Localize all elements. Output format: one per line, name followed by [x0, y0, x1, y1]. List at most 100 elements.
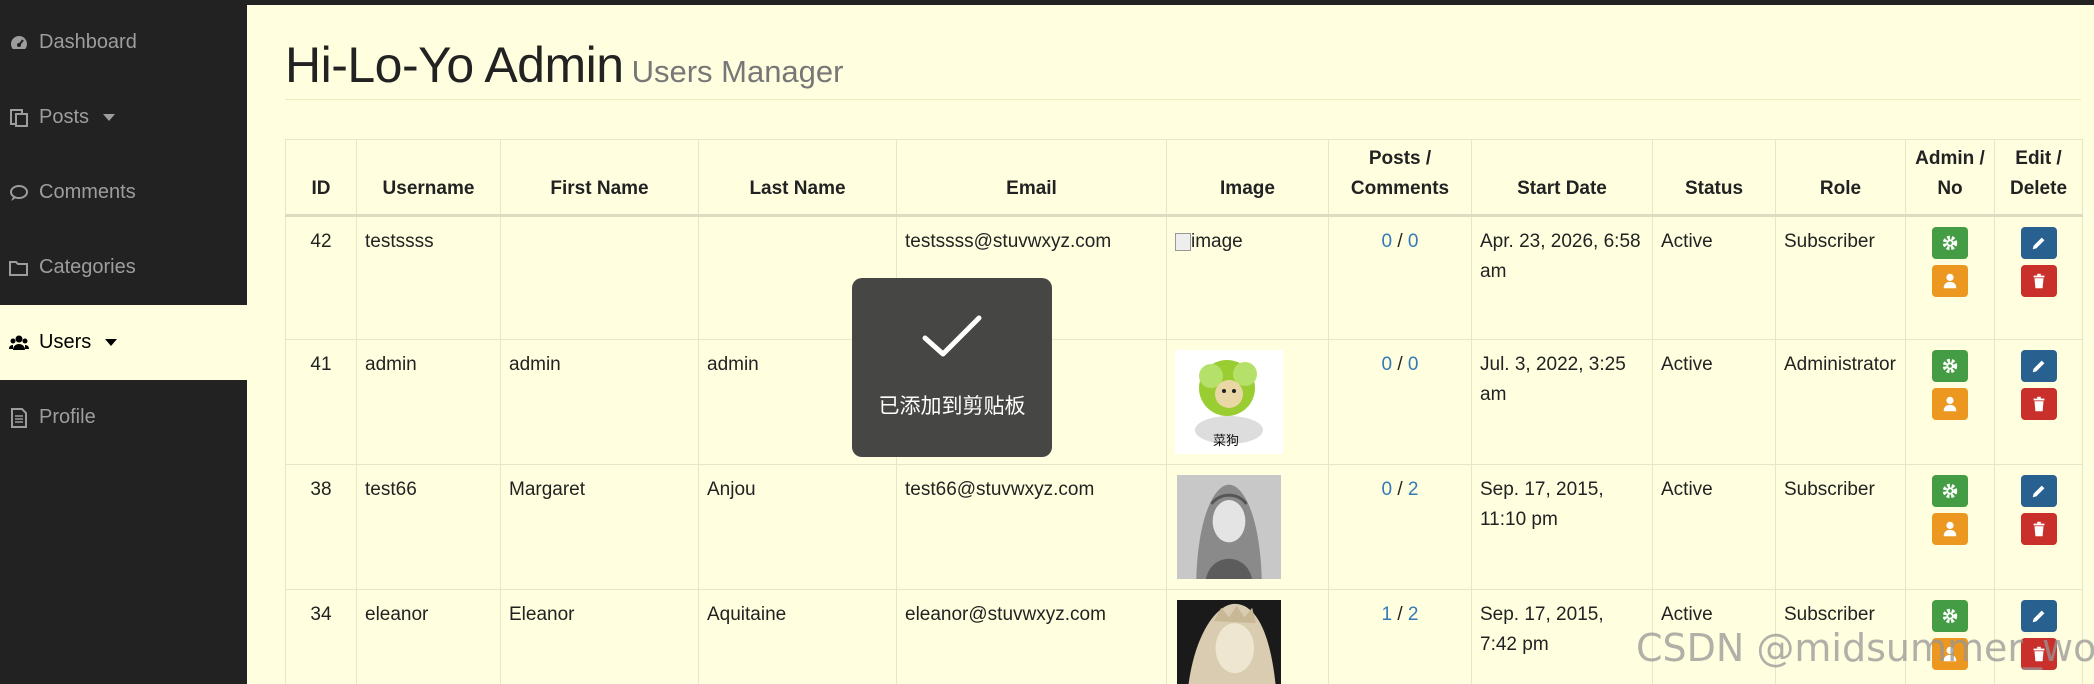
sidebar-item-profile[interactable]: Profile — [0, 380, 247, 455]
sidebar-item-users[interactable]: Users — [0, 305, 247, 380]
copied-toast: 已添加到剪贴板 — [852, 278, 1052, 457]
sidebar-item-label: Profile — [39, 406, 96, 428]
header-line: Admin / — [1915, 148, 1985, 169]
image-alt-text: image — [1191, 231, 1243, 252]
sidebar-item-label: Comments — [39, 181, 136, 203]
cell-last-name: Anjou — [698, 464, 897, 590]
statue-portrait-image — [1177, 600, 1281, 684]
make-admin-button[interactable] — [1932, 350, 1968, 382]
sidebar-item-label: Categories — [39, 256, 136, 278]
cell-admin-toggle — [1905, 464, 1995, 590]
make-subscriber-button[interactable] — [1932, 388, 1968, 420]
cell-role: Administrator — [1775, 339, 1906, 465]
column-header-id: ID — [285, 139, 357, 217]
comments-count-link[interactable]: 0 — [1408, 354, 1419, 375]
cell-last-name: Aquitaine — [698, 589, 897, 684]
cabbage-dog-avatar-image: 菜狗 — [1175, 350, 1283, 454]
column-header-edit-delete: Edit / Delete — [1994, 139, 2083, 217]
posts-count-link[interactable]: 0 — [1382, 354, 1393, 375]
trash-icon — [2033, 273, 2044, 289]
pencil-icon — [2032, 610, 2044, 623]
make-admin-button[interactable] — [1932, 227, 1968, 259]
toast-message: 已添加到剪贴板 — [878, 394, 1026, 418]
pencil-icon — [2032, 360, 2044, 373]
user-icon — [1943, 273, 1957, 289]
sidebar-item-comments[interactable]: Comments — [0, 155, 247, 230]
caret-down-icon — [105, 339, 118, 346]
column-header-start-date: Start Date — [1471, 139, 1653, 217]
cell-username: test66 — [356, 464, 501, 590]
cell-admin-toggle — [1905, 215, 1995, 340]
edit-user-button[interactable] — [2020, 227, 2057, 259]
make-subscriber-button[interactable] — [1932, 265, 1968, 297]
broken-image-icon — [1175, 232, 1191, 251]
trash-icon — [2033, 521, 2044, 537]
users-table: ID Username First Name Last Name Email I… — [285, 139, 2083, 684]
file-icon — [8, 107, 30, 129]
gear-icon — [1942, 608, 1958, 624]
separator: / — [1397, 354, 1403, 375]
cell-posts-comments: 1 / 2 — [1328, 589, 1472, 684]
sidebar: Dashboard Posts Comments Categories User… — [0, 5, 247, 684]
cell-role: Subscriber — [1775, 464, 1906, 590]
top-bar — [0, 0, 2094, 5]
edit-user-button[interactable] — [2020, 475, 2057, 507]
cell-image: image — [1166, 215, 1329, 340]
separator: / — [1397, 231, 1403, 252]
cell-image — [1166, 464, 1329, 590]
column-header-posts-comments: Posts / Comments — [1328, 139, 1472, 217]
cell-edit-delete — [1994, 339, 2083, 465]
caret-down-icon — [103, 114, 116, 121]
make-admin-button[interactable] — [1932, 475, 1968, 507]
gear-icon — [1942, 483, 1958, 499]
header-line: No — [1937, 178, 1963, 199]
sidebar-item-dashboard[interactable]: Dashboard — [0, 5, 247, 80]
cell-username: admin — [356, 339, 501, 465]
separator: / — [1397, 604, 1403, 625]
header-line: Delete — [2009, 178, 2068, 199]
cell-first-name: Margaret — [500, 464, 699, 590]
comments-count-link[interactable]: 0 — [1408, 231, 1419, 252]
sidebar-item-categories[interactable]: Categories — [0, 230, 247, 305]
cell-username: testssss — [356, 215, 501, 340]
comments-count-link[interactable]: 2 — [1408, 479, 1419, 500]
user-icon — [1943, 521, 1957, 537]
cell-start-date: Jul. 3, 2022, 3:25 am — [1471, 339, 1653, 465]
cell-username: eleanor — [356, 589, 501, 684]
cell-start-date: Sep. 17, 2015, 7:42 pm — [1471, 589, 1653, 684]
cell-role: Subscriber — [1775, 215, 1906, 340]
header-line: Posts / — [1368, 148, 1432, 169]
cell-email: test66@stuvwxyz.com — [896, 464, 1167, 590]
edit-user-button[interactable] — [2020, 350, 2057, 382]
cell-posts-comments: 0 / 0 — [1328, 339, 1472, 465]
page-subtitle: Users Manager — [631, 54, 844, 89]
watermark-text: CSDN @midsummer_woo — [1636, 626, 2094, 670]
users-icon — [8, 332, 30, 354]
image-caption: 菜狗 — [1213, 434, 1239, 449]
comment-icon — [8, 182, 30, 204]
portrait-engraving-image — [1177, 475, 1281, 579]
sidebar-item-posts[interactable]: Posts — [0, 80, 247, 155]
cell-email: eleanor@stuvwxyz.com — [896, 589, 1167, 684]
dashboard-icon — [8, 32, 30, 54]
header-line: Comments — [1350, 178, 1450, 199]
column-header-role: Role — [1775, 139, 1906, 217]
column-header-email: Email — [896, 139, 1167, 217]
trash-icon — [2033, 396, 2044, 412]
delete-user-button[interactable] — [2020, 513, 2057, 545]
cell-start-date: Sep. 17, 2015, 11:10 pm — [1471, 464, 1653, 590]
posts-count-link[interactable]: 1 — [1382, 604, 1393, 625]
delete-user-button[interactable] — [2020, 265, 2057, 297]
make-subscriber-button[interactable] — [1932, 513, 1968, 545]
posts-count-link[interactable]: 0 — [1382, 479, 1393, 500]
cell-status: Active — [1652, 215, 1776, 340]
table-row: 38 test66 Margaret Anjou test66@stuvwxyz… — [285, 464, 2083, 590]
checkmark-icon — [922, 315, 982, 357]
table-row: 42 testssss testssss@stuvwxyz.com image … — [285, 215, 2083, 340]
cell-id: 42 — [285, 215, 357, 340]
page-title: Hi-Lo-Yo Admin — [285, 37, 624, 93]
posts-count-link[interactable]: 0 — [1382, 231, 1393, 252]
delete-user-button[interactable] — [2020, 388, 2057, 420]
comments-count-link[interactable]: 2 — [1408, 604, 1419, 625]
gear-icon — [1942, 358, 1958, 374]
